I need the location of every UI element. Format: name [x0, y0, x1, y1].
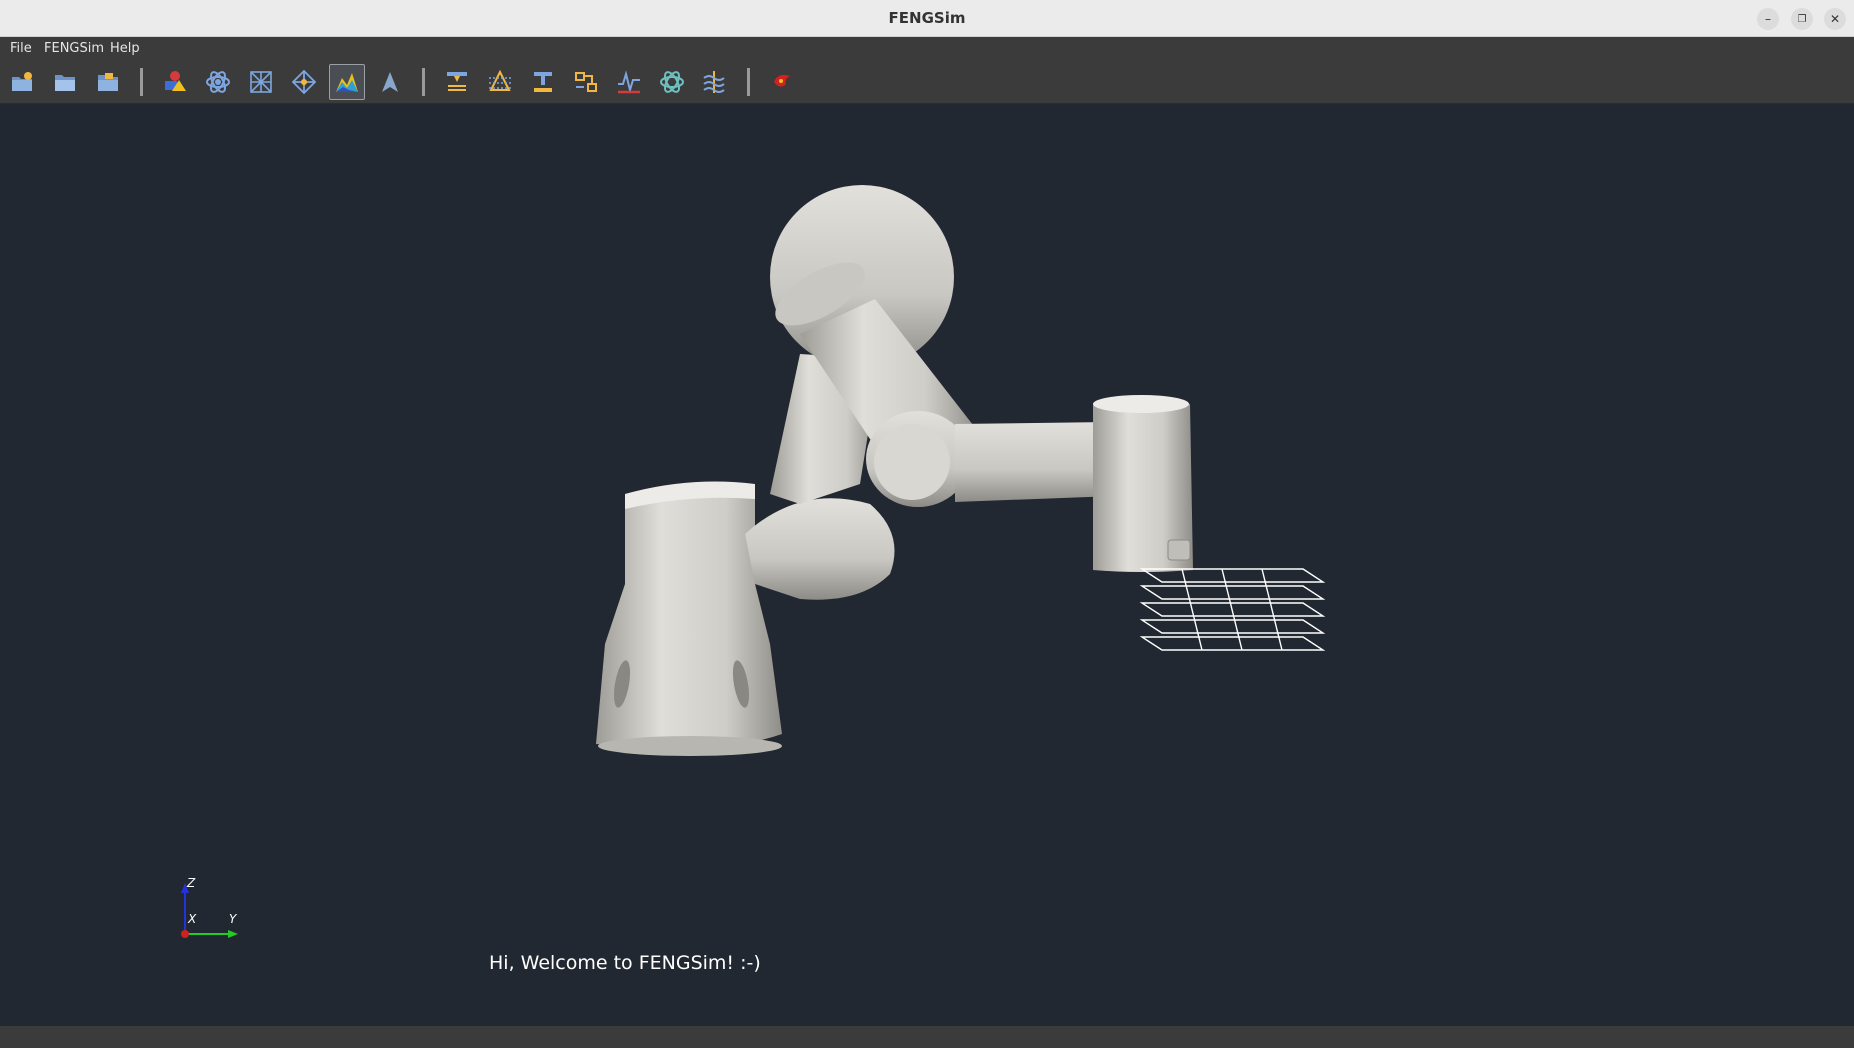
mesh-icon: [250, 71, 272, 93]
axis-y-label: Y: [229, 912, 237, 926]
axis-z-label: Z: [187, 876, 196, 890]
menu-fengsim[interactable]: FENGSim: [44, 37, 104, 60]
restore-icon: ❐: [1797, 13, 1807, 25]
cad-shapes-icon: [165, 71, 186, 91]
toolbar-separator: [140, 68, 143, 96]
about-logo-icon: [774, 74, 790, 87]
cad-shapes-button[interactable]: [157, 64, 193, 100]
physics-button[interactable]: [200, 64, 236, 100]
robot-arm-model: [181, 185, 1326, 938]
new-file-icon: [12, 72, 32, 91]
3d-viewport[interactable]: Z X Y: [0, 104, 1854, 1026]
process-flow-button[interactable]: [568, 64, 604, 100]
close-button[interactable]: ✕: [1824, 8, 1846, 30]
open-project-icon: [98, 73, 118, 91]
status-bar: [0, 1026, 1854, 1048]
main-toolbar: [0, 60, 1854, 104]
toolbar-separator: [422, 68, 425, 96]
molecular-button[interactable]: [654, 64, 690, 100]
molecular-icon: [660, 71, 684, 93]
window-title: FENGSim: [888, 9, 966, 27]
geometry-node-button[interactable]: [286, 64, 322, 100]
machining-button[interactable]: [525, 64, 561, 100]
visualization-button[interactable]: [329, 64, 365, 100]
open-project-button[interactable]: [90, 64, 126, 100]
menu-help[interactable]: Help: [110, 37, 140, 60]
welcome-message: Hi, Welcome to FENGSim! :-): [489, 952, 761, 974]
close-icon: ✕: [1829, 12, 1841, 26]
slicing-icon: [489, 69, 511, 91]
geometry-node-icon: [291, 69, 317, 95]
additive-manufacturing-button[interactable]: [439, 64, 475, 100]
title-bar: FENGSim – ❐ ✕: [0, 0, 1854, 37]
signal-analysis-button[interactable]: [611, 64, 647, 100]
open-folder-button[interactable]: [47, 64, 83, 100]
axis-x-label: X: [188, 912, 197, 926]
physics-atom-icon: [206, 71, 230, 93]
about-button[interactable]: [764, 64, 800, 100]
visualization-plot-icon: [336, 73, 358, 92]
toolbar-separator: [747, 68, 750, 96]
new-file-button[interactable]: [4, 64, 40, 100]
signal-analysis-icon: [618, 70, 640, 94]
additive-manufacturing-icon: [447, 72, 467, 91]
process-flow-icon: [575, 72, 597, 92]
menu-file[interactable]: File: [10, 37, 32, 60]
maximize-button[interactable]: ❐: [1791, 8, 1813, 30]
minimize-icon: –: [1765, 12, 1771, 26]
machining-icon: [534, 72, 552, 92]
open-folder-icon: [55, 75, 75, 91]
menu-bar: File FENGSim Help: [0, 37, 1854, 60]
slicing-button[interactable]: [482, 64, 518, 100]
fluid-icon: [703, 71, 725, 93]
arrow-button[interactable]: [372, 64, 408, 100]
fluid-button[interactable]: [697, 64, 733, 100]
minimize-button[interactable]: –: [1757, 8, 1779, 30]
arrow-up-icon: [382, 72, 398, 92]
mesh-button[interactable]: [243, 64, 279, 100]
